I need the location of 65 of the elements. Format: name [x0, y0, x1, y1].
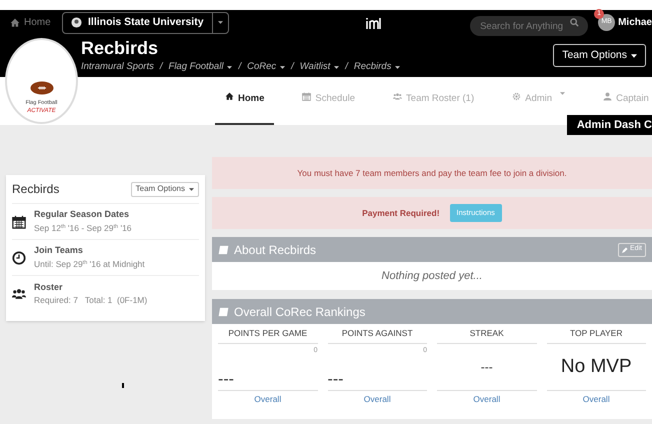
- home-icon: [225, 92, 234, 101]
- top-player-value: No MVP: [560, 354, 632, 379]
- stat-value: ---: [480, 359, 493, 376]
- calendar-icon: [302, 92, 312, 101]
- breadcrumb-separator: /: [291, 60, 294, 74]
- gear-icon: [512, 92, 522, 101]
- user-name[interactable]: Michae: [618, 15, 652, 30]
- column-heading: POINTS AGAINST: [342, 327, 413, 340]
- book-icon: [218, 244, 229, 254]
- sidebar-title: Recbirds: [12, 181, 60, 198]
- column-heading: STREAK: [470, 327, 504, 340]
- breadcrumb-link[interactable]: Recbirds: [354, 60, 400, 74]
- sidebar-item-title: Regular Season Dates: [34, 208, 130, 222]
- about-body: Nothing posted yet...: [382, 268, 482, 284]
- sidebar-item-detail: Sep 12$^{th}$ '16 - Sep 29$^{th}$ '16: [34, 222, 132, 235]
- calendar-icon: [12, 214, 26, 228]
- column-heading: TOP PLAYER: [570, 327, 622, 340]
- breadcrumb-separator: /: [345, 60, 348, 74]
- caret-icon: [631, 54, 637, 58]
- sidebar-item-title: Join Teams: [34, 244, 84, 258]
- overall-link[interactable]: Overall: [473, 392, 500, 406]
- panel-title: Overall CoRec Rankings: [234, 304, 366, 320]
- book-icon: [218, 306, 229, 316]
- admin-dash-button[interactable]: Admin Dash C: [566, 115, 652, 135]
- alert-message: You must have 7 team members and pay the team fee to join a division.: [297, 166, 567, 180]
- imleagues-logo-icon[interactable]: [366, 16, 382, 28]
- sidebar-item-title: Roster: [34, 280, 64, 294]
- football-icon: [30, 80, 54, 95]
- sidebar-item-detail: Until: Sep 29$^{th}$ '16 at Midnight: [34, 258, 145, 271]
- overall-link[interactable]: Overall: [254, 392, 282, 406]
- users-icon: [12, 287, 26, 301]
- alert-message: Payment Required!: [362, 206, 440, 220]
- stat-value: ---: [218, 372, 234, 388]
- caret-icon: [334, 66, 340, 69]
- user-icon: [603, 92, 612, 101]
- school-logo-icon: [71, 17, 82, 28]
- clock-icon: [12, 250, 26, 264]
- panel-title: About Recbirds: [234, 242, 316, 258]
- breadcrumb-separator: /: [160, 60, 163, 74]
- breadcrumb-link[interactable]: Intramural Sports: [81, 60, 154, 74]
- breadcrumb-link[interactable]: Flag Football: [168, 60, 232, 74]
- caret-icon: [189, 188, 194, 190]
- search-field[interactable]: Search for Anything: [470, 16, 588, 36]
- stat-value: ---: [328, 372, 344, 388]
- caret-icon: [560, 92, 566, 95]
- overall-link[interactable]: Overall: [364, 392, 391, 406]
- pencil-icon: [622, 246, 628, 252]
- caret-icon: [227, 66, 232, 69]
- users-icon: [393, 92, 402, 101]
- team-name: Recbirds: [81, 38, 160, 58]
- sidebar-team-options-button[interactable]: Team Options: [130, 182, 199, 196]
- breadcrumb-link[interactable]: Waitlist: [300, 60, 340, 74]
- caret-icon: [280, 66, 286, 69]
- mouse-cursor-mark: [122, 383, 124, 388]
- caret-icon: [218, 21, 223, 24]
- search-icon: [570, 18, 580, 27]
- breadcrumb-link[interactable]: CoRec: [247, 60, 286, 74]
- breadcrumb-separator: /: [238, 60, 242, 74]
- home-link[interactable]: Home: [10, 15, 62, 30]
- team-options-button[interactable]: Team Options: [553, 44, 646, 67]
- column-heading: POINTS PER GAME: [228, 327, 308, 340]
- caret-icon: [395, 66, 400, 69]
- overall-link[interactable]: Overall: [582, 392, 610, 406]
- home-icon: [10, 18, 20, 28]
- sidebar-item-detail: Required: 7 Total: 1 (0F-1M): [34, 294, 148, 308]
